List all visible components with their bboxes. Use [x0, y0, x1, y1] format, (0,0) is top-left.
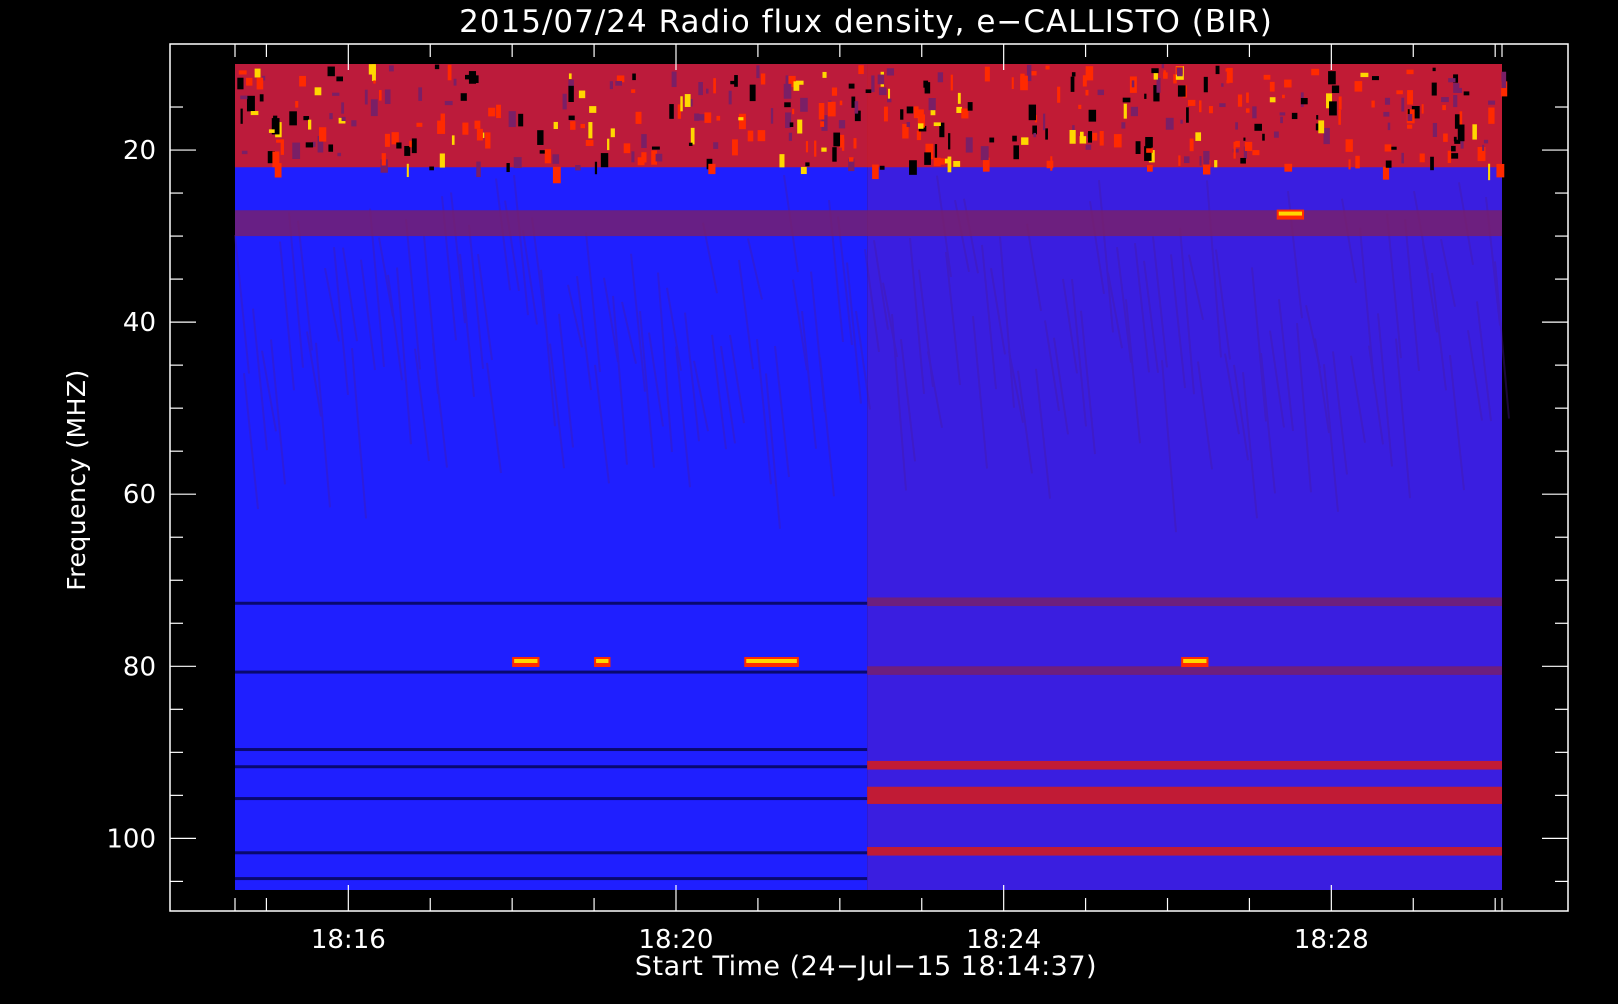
y-tick-label: 40	[123, 308, 156, 338]
band-0	[235, 64, 1508, 184]
band-1	[235, 210, 1502, 237]
spectrogram-chart: 20 40 60 80 100 18:16 18:20 18:24 18:28 2015/07/…	[0, 0, 1618, 1000]
burst-spot-2	[744, 656, 799, 667]
band-5	[867, 786, 1502, 804]
band-4	[867, 760, 1502, 770]
band-3	[867, 666, 1502, 675]
burst-spot-3	[1181, 656, 1209, 667]
band-2	[867, 597, 1502, 607]
x-tick-label: 18:28	[1294, 925, 1369, 955]
burst-spot-4	[1276, 209, 1305, 220]
burst-spot-1	[594, 656, 611, 667]
y-tick-label: 100	[106, 824, 156, 854]
chart-svg: 2040608010018:16 18:20 18:24 18:28 2015/07/…	[0, 0, 1618, 1000]
heatmap-layer	[234, 64, 1510, 890]
x-axis-label: Start Time (24−Jul−15 18:14:37)	[635, 951, 1097, 982]
y-tick-label: 80	[123, 652, 156, 682]
y-tick-label: 20	[123, 136, 156, 166]
y-tick-label: 60	[123, 480, 156, 510]
y-axis-label: Frequency (MHZ)	[62, 369, 91, 591]
x-tick-label: 18:16	[311, 925, 386, 955]
chart-title: 2015/07/24 Radio flux density, e−CALLIST…	[459, 4, 1273, 40]
burst-spot-0	[512, 656, 540, 667]
band-6	[867, 846, 1502, 856]
